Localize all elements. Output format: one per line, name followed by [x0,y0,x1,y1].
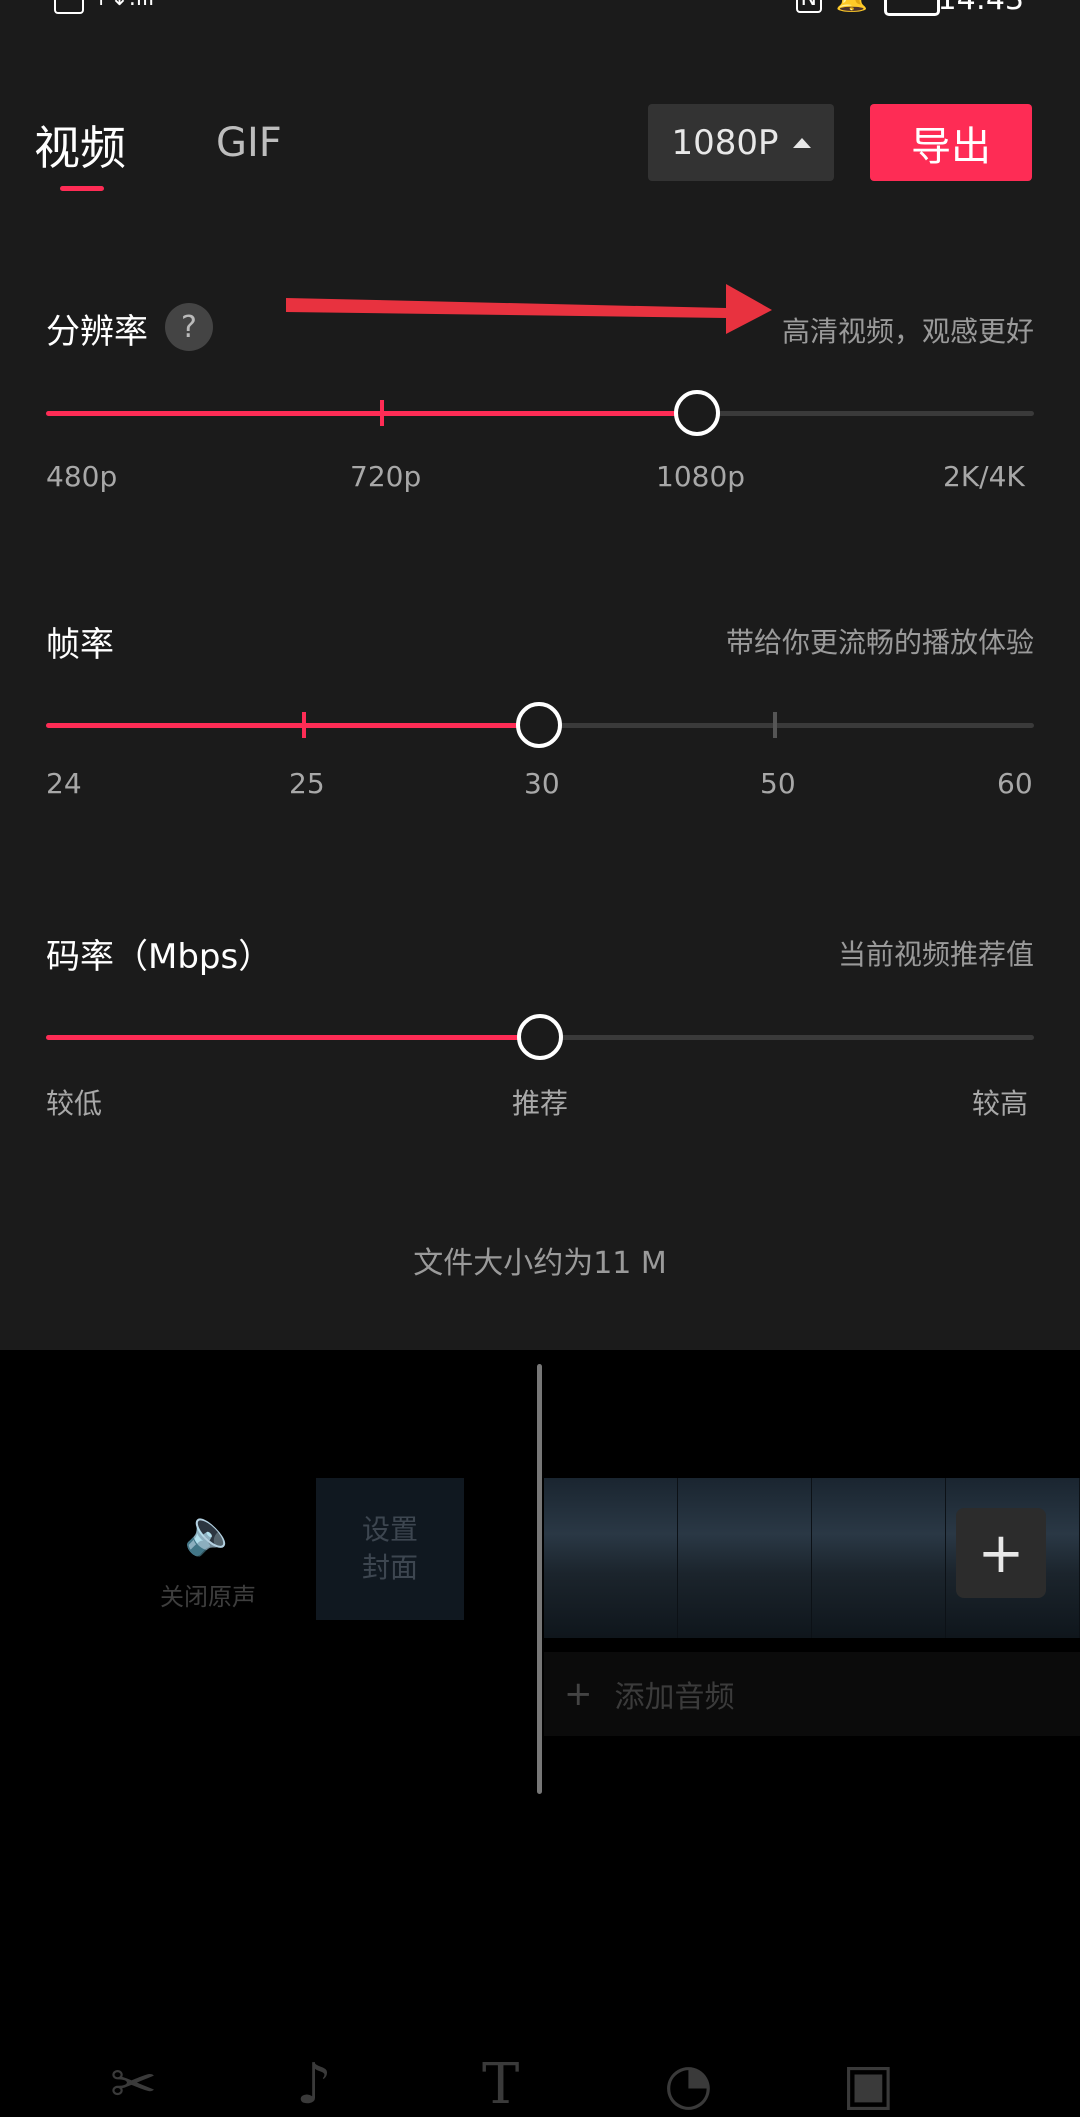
resolution-option-2k4k[interactable]: 2K/4K [943,460,1025,493]
scissors-icon[interactable]: ✂ [110,2052,157,2117]
bitrate-option-low[interactable]: 较低 [46,1082,102,1122]
bell-muted-icon: 🔔 [836,0,868,14]
framerate-slider-fill [46,723,539,728]
video-frame-thumbnail [678,1478,812,1638]
bitrate-slider-fill [46,1035,540,1040]
plus-icon: + [977,1520,1025,1586]
bitrate-slider[interactable] [46,1014,1034,1060]
add-audio-label: 添加音频 [614,1680,735,1715]
resolution-select-button[interactable]: 1080P [648,104,834,181]
nfc-icon: N [795,0,822,13]
framerate-option-30[interactable]: 30 [524,767,560,800]
image-icon[interactable]: ▣ [842,2052,895,2117]
cover-label-line2: 封面 [361,1551,418,1584]
resolution-option-1080p[interactable]: 1080p [656,460,745,493]
text-icon[interactable]: T [482,2052,519,2117]
slider-tick [773,712,777,738]
status-bar: ↑↓.ıll N 🔔 14:43 [0,0,1080,20]
resolution-select-label: 1080P [671,122,779,163]
clock: 14:43 [938,0,1024,17]
caret-up-icon [792,137,811,148]
signal-icon: ↑↓.ıll [92,0,154,11]
framerate-option-25[interactable]: 25 [289,767,325,800]
help-icon-glyph: ? [181,309,197,345]
cover-label-line1: 设置 [361,1513,418,1546]
framerate-slider[interactable] [46,702,1034,748]
file-size-estimate: 文件大小约为11 M [413,1246,667,1281]
framerate-hint: 带给你更流畅的播放体验 [725,626,1034,659]
help-icon[interactable]: ? [165,303,213,351]
slider-tick [302,712,306,738]
export-button[interactable]: 导出 [870,104,1032,181]
hd-icon [54,0,84,14]
export-settings-panel [0,0,1080,1350]
battery-icon [884,0,940,16]
speaker-icon[interactable]: 🔈 [184,1506,239,1558]
framerate-option-50[interactable]: 50 [760,767,796,800]
framerate-slider-knob[interactable] [516,702,562,748]
resolution-title: 分辨率 [46,312,148,352]
music-note-icon[interactable]: ♪ [296,2052,332,2117]
framerate-option-60[interactable]: 60 [997,767,1033,800]
tab-video[interactable]: 视频 [34,112,126,178]
slider-tick [380,400,384,426]
video-frame-thumbnail [812,1478,946,1638]
bitrate-hint: 当前视频推荐值 [837,938,1034,971]
timeline-playhead[interactable] [537,1364,542,1794]
mute-original-audio-label[interactable]: 关闭原声 [160,1577,256,1612]
sticker-icon[interactable]: ◔ [664,2052,713,2117]
add-clip-button[interactable]: + [956,1508,1046,1598]
video-frame-thumbnail [544,1478,678,1638]
resolution-hint: 高清视频，观感更好 [781,315,1034,348]
bitrate-slider-knob[interactable] [517,1014,563,1060]
set-cover-button[interactable]: 设置 封面 [316,1478,464,1620]
export-button-label: 导出 [911,123,991,170]
framerate-title: 帧率 [46,625,114,665]
annotation-arrow-icon [286,284,772,334]
framerate-option-24[interactable]: 24 [46,767,82,800]
resolution-slider-knob[interactable] [674,390,720,436]
bitrate-title: 码率（Mbps） [46,937,273,977]
tab-active-indicator [60,186,104,191]
plus-icon: + [564,1674,593,1714]
resolution-slider-fill [46,411,697,416]
resolution-option-480p[interactable]: 480p [46,460,117,493]
tab-gif[interactable]: GIF [216,120,282,166]
add-audio-button[interactable]: + 添加音频 [544,1652,1080,1736]
bitrate-option-recommended[interactable]: 推荐 [512,1082,568,1122]
resolution-option-720p[interactable]: 720p [350,460,421,493]
bitrate-option-high[interactable]: 较高 [972,1082,1028,1122]
resolution-slider[interactable] [46,390,1034,436]
